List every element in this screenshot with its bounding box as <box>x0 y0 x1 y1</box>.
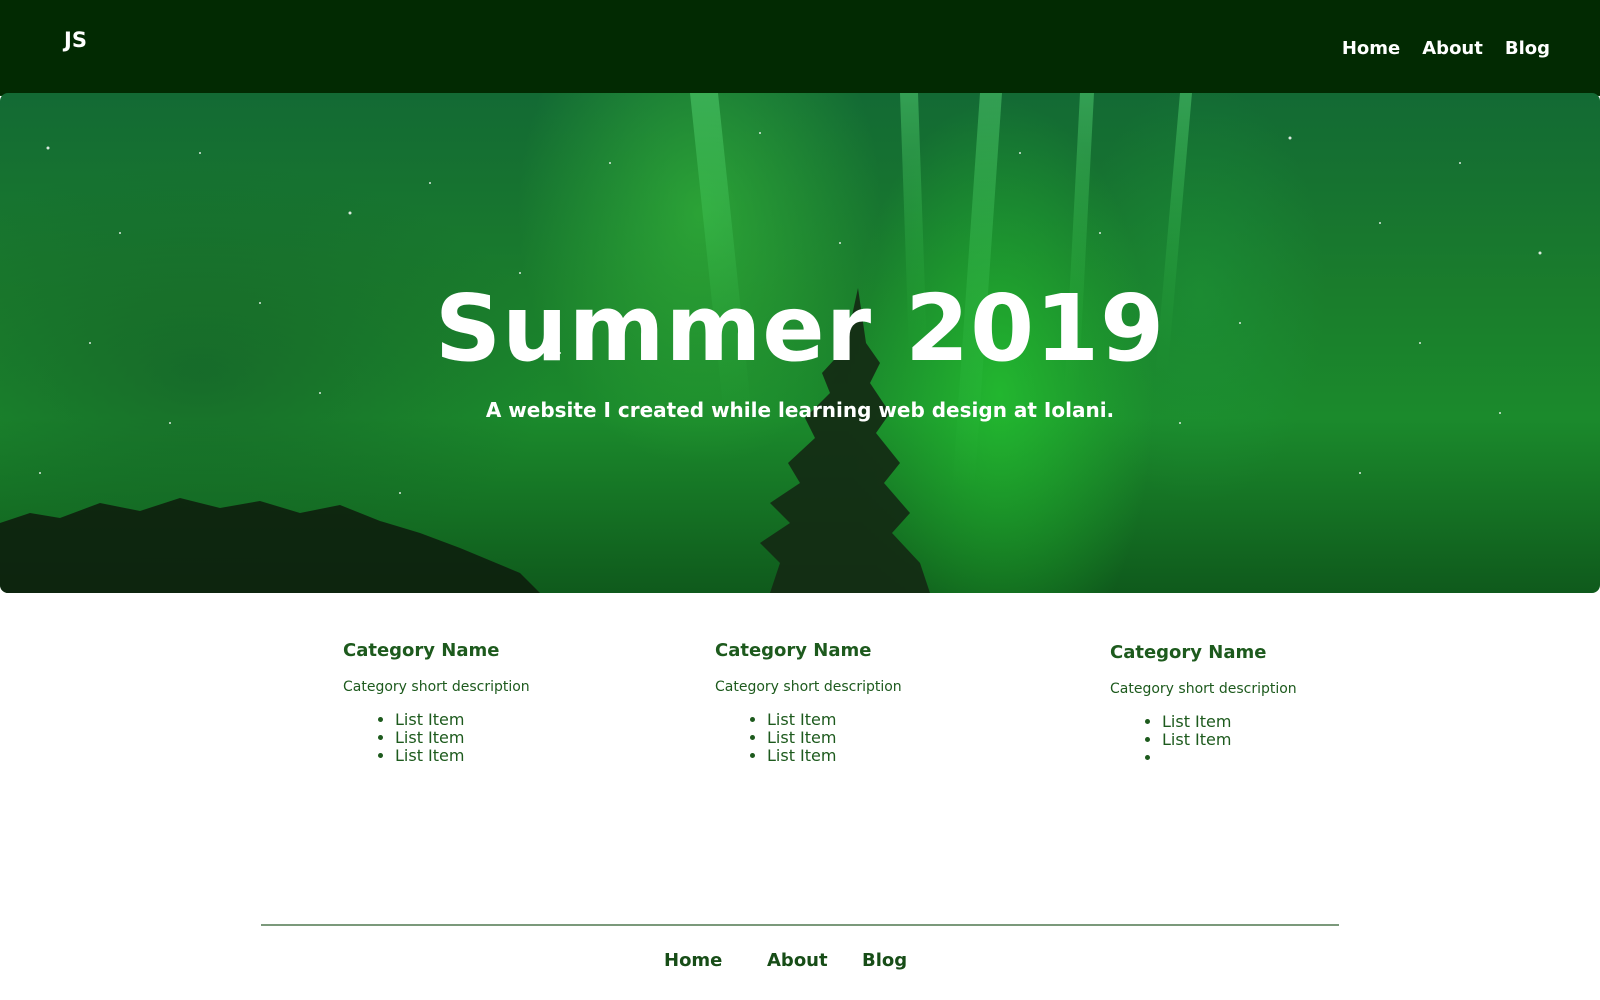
category-description: Category short description <box>715 679 902 695</box>
footer-about-link[interactable]: About <box>767 950 828 971</box>
list-item: List Item <box>1162 731 1410 749</box>
list-item: List Item <box>767 747 1015 765</box>
top-navbar: JS Home About Blog <box>0 0 1600 96</box>
list-item: List Item <box>395 711 643 729</box>
list-item: List Item <box>767 729 1015 747</box>
site-logo[interactable]: JS <box>64 28 87 52</box>
list-item: List Item <box>395 747 643 765</box>
category-list: List Item List Item List Item <box>343 711 643 765</box>
category-card: Category Name Category short description… <box>343 640 643 765</box>
category-list: List Item List Item List Item <box>715 711 1015 765</box>
footer-blog-link[interactable]: Blog <box>862 950 907 971</box>
hero-banner: Summer 2019 A website I created while le… <box>0 93 1600 593</box>
category-card: Category Name Category short description… <box>1110 642 1410 767</box>
hero-title: Summer 2019 <box>434 275 1166 382</box>
footer-divider <box>261 924 1339 926</box>
category-card: Category Name Category short description… <box>715 640 1015 765</box>
category-title: Category Name <box>1110 642 1267 663</box>
list-item <box>1162 749 1410 767</box>
category-title: Category Name <box>343 640 500 661</box>
treeline-silhouette <box>0 498 540 593</box>
nav-home-link[interactable]: Home <box>1342 38 1400 59</box>
hero-subtitle: A website I created while learning web d… <box>485 398 1115 422</box>
top-nav: Home About Blog <box>1342 38 1550 59</box>
category-description: Category short description <box>1110 681 1297 697</box>
category-description: Category short description <box>343 679 530 695</box>
nav-blog-link[interactable]: Blog <box>1505 38 1550 59</box>
footer-home-link[interactable]: Home <box>664 950 722 971</box>
category-title: Category Name <box>715 640 872 661</box>
nav-about-link[interactable]: About <box>1422 38 1483 59</box>
list-item: List Item <box>1162 713 1410 731</box>
list-item: List Item <box>395 729 643 747</box>
list-item: List Item <box>767 711 1015 729</box>
category-list: List Item List Item <box>1110 713 1410 767</box>
